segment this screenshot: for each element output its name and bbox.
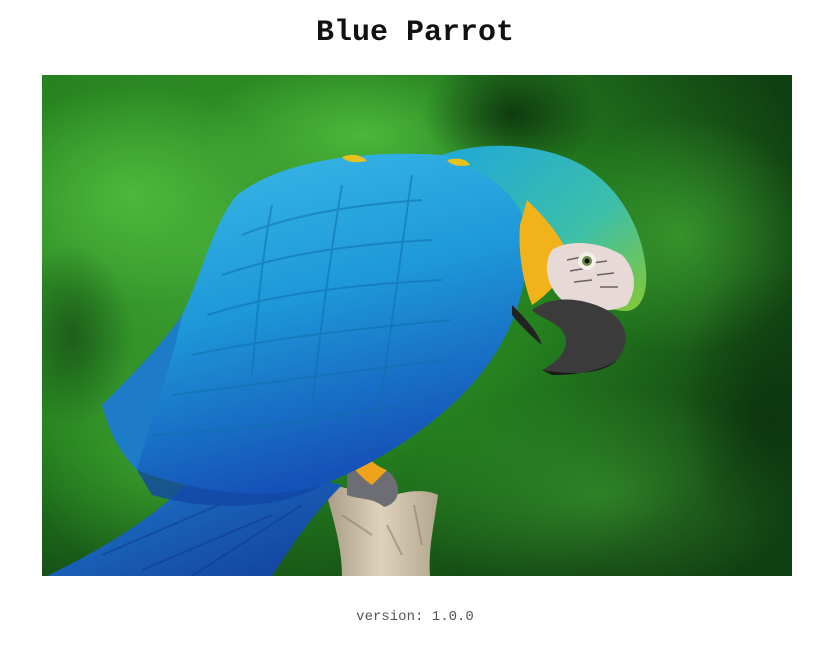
version-text: version: 1.0.0 — [0, 608, 830, 626]
parrot-photo — [42, 75, 792, 576]
version-value: 1.0.0 — [431, 609, 474, 625]
page-title: Blue Parrot — [315, 16, 515, 50]
parrot-image — [42, 75, 792, 576]
version-label: version: — [356, 609, 424, 625]
